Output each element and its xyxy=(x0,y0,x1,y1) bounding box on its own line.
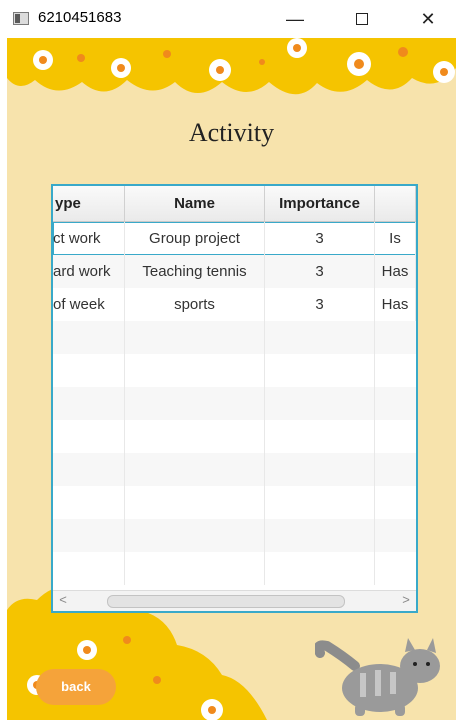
app-icon xyxy=(13,12,29,25)
page-title: Activity xyxy=(188,118,275,147)
table-cell-importance: 3 xyxy=(265,288,375,321)
table-header: ype Name Importance xyxy=(53,186,416,222)
window-title: 6210451683 xyxy=(38,9,122,26)
table-cell-type: ard work xyxy=(53,255,125,288)
flower-icon xyxy=(77,640,97,660)
table-cell-extra: Has xyxy=(375,255,416,288)
table-cell-importance: 3 xyxy=(265,255,375,288)
activity-table: ype Name Importance ct work Group projec… xyxy=(51,184,418,613)
table-cell-name: Group project xyxy=(125,222,265,255)
close-button[interactable]: ✕ xyxy=(408,4,448,34)
flower-icon xyxy=(287,38,307,58)
table-row-empty xyxy=(53,420,416,453)
flower-icon xyxy=(201,699,223,720)
flower-icon xyxy=(111,58,131,78)
column-header-importance[interactable]: Importance xyxy=(265,186,375,221)
back-button[interactable]: back xyxy=(36,669,116,705)
flower-icon xyxy=(33,50,53,70)
window-titlebar: 6210451683 — ✕ xyxy=(0,0,456,38)
table-row[interactable]: ct work Group project 3 Is xyxy=(53,222,416,255)
table-row-empty xyxy=(53,453,416,486)
table-cell-extra: Is xyxy=(375,222,416,255)
table-row-empty xyxy=(53,486,416,519)
table-cell-name: Teaching tennis xyxy=(125,255,265,288)
flower-border-top xyxy=(7,38,456,95)
table-cell-extra: Has xyxy=(375,288,416,321)
cat-illustration xyxy=(315,638,440,716)
table-row-empty xyxy=(53,552,416,585)
table-cell-name: sports xyxy=(125,288,265,321)
table-row[interactable]: ard work Teaching tennis 3 Has xyxy=(53,255,416,288)
table-row-empty xyxy=(53,387,416,420)
maximize-icon xyxy=(356,13,368,25)
scrollbar-thumb[interactable] xyxy=(107,595,345,608)
app-scene: Activity ype Name Importance ct work Gro… xyxy=(7,38,456,720)
flower-icon xyxy=(433,61,455,83)
table-cell-type: of week xyxy=(53,288,125,321)
column-header-name[interactable]: Name xyxy=(125,186,265,221)
flower-icon xyxy=(209,59,231,81)
table-row-empty xyxy=(53,321,416,354)
scroll-right-icon[interactable]: > xyxy=(399,593,413,607)
table-row-empty xyxy=(53,519,416,552)
horizontal-scrollbar[interactable]: < > xyxy=(53,590,416,611)
column-header-extra[interactable] xyxy=(375,186,416,221)
column-header-type[interactable]: ype xyxy=(53,186,125,221)
table-cell-importance: 3 xyxy=(265,222,375,255)
minimize-button[interactable]: — xyxy=(275,4,315,34)
table-row[interactable]: of week sports 3 Has xyxy=(53,288,416,321)
scroll-left-icon[interactable]: < xyxy=(56,593,70,607)
table-row-empty xyxy=(53,354,416,387)
flower-icon xyxy=(347,52,371,76)
maximize-button[interactable] xyxy=(342,4,382,34)
table-cell-type: ct work xyxy=(53,222,125,255)
